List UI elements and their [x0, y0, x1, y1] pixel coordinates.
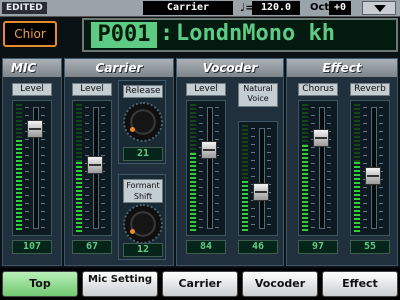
dial-indicator-icon — [130, 127, 135, 132]
fader-handle[interactable] — [365, 166, 381, 185]
status-bar: EDITED Carrier ♩= 120.0 Oct +0 — [0, 0, 400, 17]
tempo-value[interactable]: 120.0 — [252, 1, 300, 15]
knob-label: Release — [123, 85, 163, 98]
reverb-fader[interactable]: Reverb 55 — [346, 79, 394, 260]
effect-section-title: Effect — [287, 59, 397, 77]
program-number[interactable]: P001 — [91, 22, 157, 48]
fader-handle[interactable] — [27, 120, 43, 139]
level-meter — [242, 181, 248, 232]
fader-label: Level — [12, 83, 52, 96]
fader-value: 97 — [298, 240, 338, 254]
program-colon: : — [160, 21, 174, 46]
tab-bar: Top Mic Setting Carrier Vocoder Effect — [0, 268, 400, 300]
fader-handle[interactable] — [253, 182, 269, 201]
fader-value: 84 — [186, 240, 226, 254]
level-meter — [354, 162, 360, 232]
tab-mic-setting[interactable]: Mic Setting — [82, 271, 158, 297]
fader-value: 67 — [72, 240, 112, 254]
edited-indicator: EDITED — [2, 2, 47, 14]
fader-handle[interactable] — [87, 155, 103, 174]
fader-body[interactable] — [350, 100, 390, 236]
fader-body[interactable] — [238, 121, 278, 236]
octave-label: Oct — [310, 2, 330, 13]
fader-track[interactable] — [259, 128, 265, 229]
fader-track[interactable] — [207, 107, 213, 229]
fader-label: Chorus — [298, 83, 338, 96]
octave-value[interactable]: +0 — [329, 1, 351, 15]
formant-shift-knob[interactable]: Formant Shift 12 — [118, 174, 166, 260]
natural-voice-fader[interactable]: Natural Voice 46 — [234, 79, 282, 260]
mic-level-fader[interactable]: Level 107 — [8, 79, 56, 260]
fader-label: Level — [186, 83, 226, 96]
level-meter — [190, 153, 196, 232]
menu-triangle-button[interactable] — [362, 1, 396, 15]
tab-vocoder[interactable]: Vocoder — [242, 271, 318, 297]
fader-label: Level — [72, 83, 112, 96]
vocoder-level-fader[interactable]: Level 84 — [182, 79, 230, 260]
release-knob[interactable]: Release 21 — [118, 80, 166, 164]
knob-value: 12 — [123, 243, 163, 257]
fader-value: 107 — [12, 240, 52, 254]
fader-body[interactable] — [12, 100, 52, 236]
fader-label: Reverb — [350, 83, 390, 96]
fader-handle[interactable] — [313, 129, 329, 148]
dial-indicator-icon — [130, 229, 135, 234]
fader-body[interactable] — [298, 100, 338, 236]
fader-value: 46 — [238, 240, 278, 254]
fader-body[interactable] — [186, 100, 226, 236]
level-meter — [76, 162, 82, 232]
knob-label: Formant Shift — [123, 179, 163, 203]
level-meter — [16, 140, 22, 232]
chorus-fader[interactable]: Chorus 97 — [294, 79, 342, 260]
program-name[interactable]: LondnMono kh — [176, 21, 335, 47]
mic-section-title: MIC — [3, 59, 61, 77]
fader-track[interactable] — [319, 107, 325, 229]
synth-screen: EDITED Carrier ♩= 120.0 Oct +0 Chior P00… — [0, 0, 400, 300]
category-button[interactable]: Chior — [3, 21, 57, 47]
tab-carrier[interactable]: Carrier — [162, 271, 238, 297]
release-dial[interactable] — [123, 102, 163, 142]
fader-body[interactable] — [72, 100, 112, 236]
carrier-section-title: Carrier — [65, 59, 173, 77]
source-display[interactable]: Carrier — [143, 1, 233, 15]
level-meter — [302, 145, 308, 232]
fader-handle[interactable] — [201, 140, 217, 159]
carrier-level-fader[interactable]: Level 67 — [68, 79, 116, 260]
formant-shift-dial[interactable] — [123, 204, 163, 244]
tab-effect[interactable]: Effect — [322, 271, 398, 297]
fader-value: 55 — [350, 240, 390, 254]
vocoder-section-title: Vocoder — [177, 59, 283, 77]
knob-value: 21 — [123, 147, 163, 161]
tab-top[interactable]: Top — [2, 271, 78, 297]
fader-label: Natural Voice — [238, 83, 278, 107]
